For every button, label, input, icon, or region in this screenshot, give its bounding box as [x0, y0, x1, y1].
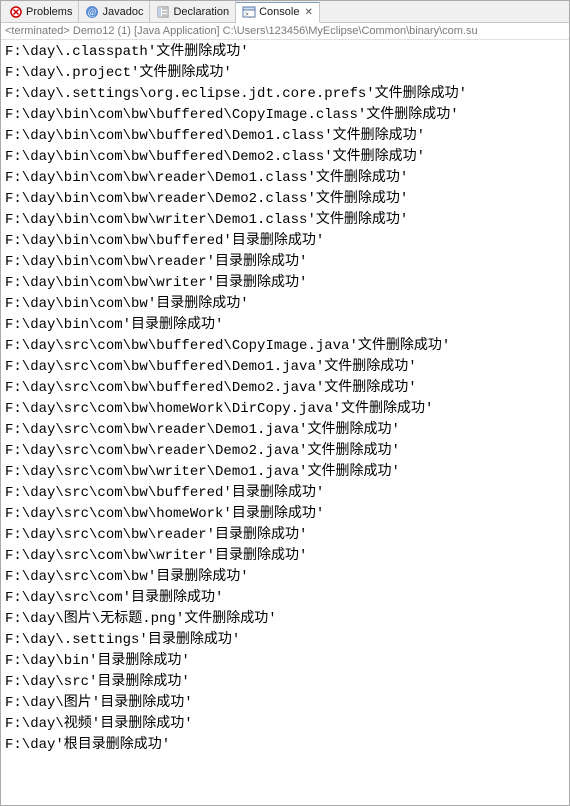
console-icon: >_	[242, 5, 256, 19]
svg-text:@: @	[88, 7, 96, 17]
close-icon[interactable]: ✕	[304, 7, 312, 18]
tab-declaration[interactable]: Declaration	[150, 1, 236, 22]
tab-problems[interactable]: Problems	[3, 1, 79, 22]
tab-label: Console	[259, 6, 299, 18]
tab-label: Javadoc	[102, 6, 143, 18]
javadoc-icon: @	[85, 5, 99, 19]
console-status-line: <terminated> Demo12 (1) [Java Applicatio…	[1, 23, 569, 40]
console-output[interactable]: F:\day\.classpath'文件删除成功' F:\day\.projec…	[1, 40, 569, 758]
problems-icon	[9, 5, 23, 19]
tab-javadoc[interactable]: @ Javadoc	[79, 1, 150, 22]
tab-console[interactable]: >_ Console ✕	[236, 2, 320, 23]
svg-text:>_: >_	[245, 12, 253, 18]
view-tab-bar: Problems @ Javadoc Declaration >_ Consol…	[1, 1, 569, 23]
declaration-icon	[156, 5, 170, 19]
tab-label: Declaration	[173, 6, 229, 18]
tab-label: Problems	[26, 6, 72, 18]
